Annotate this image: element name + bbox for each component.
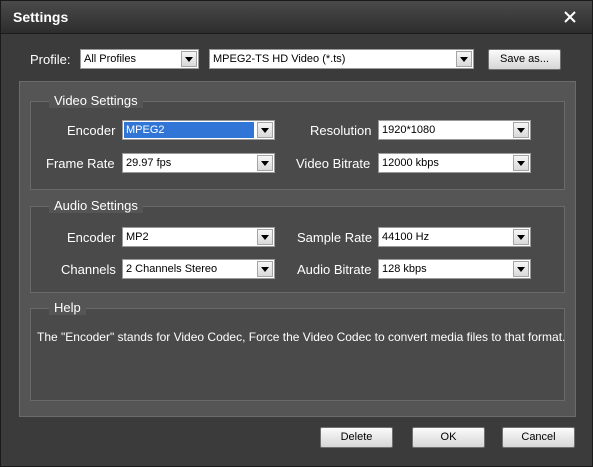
profile-category-value: All Profiles <box>84 53 136 65</box>
video-encoder-label: Encoder <box>67 123 116 138</box>
resolution-value: 1920*1080 <box>382 124 436 136</box>
sample-rate-label: Sample Rate <box>297 230 373 245</box>
sample-rate-value: 44100 Hz <box>382 231 430 243</box>
help-group: Help The "Encoder" stands for Video Code… <box>30 300 566 401</box>
profile-label: Profile: <box>30 52 71 67</box>
video-bitrate-label: Video Bitrate <box>296 156 371 171</box>
channels-select[interactable]: 2 Channels Stereo <box>122 259 275 279</box>
audio-bitrate-label: Audio Bitrate <box>297 262 372 277</box>
audio-encoder-select[interactable]: MP2 <box>122 227 275 247</box>
chevron-down-icon[interactable] <box>257 122 273 138</box>
close-icon[interactable] <box>560 7 580 27</box>
help-text: The "Encoder" stands for Video Codec, Fo… <box>37 330 566 344</box>
profile-format-select[interactable]: MPEG2-TS HD Video (*.ts) <box>209 49 474 69</box>
sample-rate-select[interactable]: 44100 Hz <box>378 227 531 247</box>
settings-dialog: Settings Profile: All Profiles MPEG2-TS … <box>0 0 593 467</box>
save-as-button[interactable]: Save as... <box>488 49 561 70</box>
profile-category-select[interactable]: All Profiles <box>80 49 199 69</box>
help-legend: Help <box>49 300 86 315</box>
video-bitrate-select[interactable]: 12000 kbps <box>378 153 531 173</box>
chevron-down-icon[interactable] <box>513 155 529 171</box>
audio-encoder-label: Encoder <box>67 230 116 245</box>
window-title: Settings <box>13 9 69 25</box>
audio-bitrate-select[interactable]: 128 kbps <box>378 259 531 279</box>
video-encoder-value: MPEG2 <box>124 122 254 138</box>
video-settings-group: Video Settings <box>30 93 565 190</box>
ok-button[interactable]: OK <box>412 427 485 448</box>
profile-format-value: MPEG2-TS HD Video (*.ts) <box>213 53 346 65</box>
audio-settings-legend: Audio Settings <box>49 198 143 213</box>
delete-button[interactable]: Delete <box>320 427 393 448</box>
chevron-down-icon[interactable] <box>456 51 472 67</box>
cancel-button[interactable]: Cancel <box>502 427 575 448</box>
video-bitrate-value: 12000 kbps <box>382 157 439 169</box>
title-bar[interactable]: Settings <box>1 1 592 34</box>
chevron-down-icon[interactable] <box>257 229 273 245</box>
frame-rate-value: 29.97 fps <box>126 157 172 169</box>
resolution-label: Resolution <box>310 123 372 138</box>
frame-rate-label: Frame Rate <box>46 156 115 171</box>
chevron-down-icon[interactable] <box>257 155 273 171</box>
chevron-down-icon[interactable] <box>181 51 197 67</box>
frame-rate-select[interactable]: 29.97 fps <box>122 153 275 173</box>
video-settings-legend: Video Settings <box>49 93 143 108</box>
audio-encoder-value: MP2 <box>126 231 149 243</box>
channels-label: Channels <box>61 262 116 277</box>
video-encoder-select[interactable]: MPEG2 <box>122 120 275 140</box>
chevron-down-icon[interactable] <box>513 261 529 277</box>
chevron-down-icon[interactable] <box>257 261 273 277</box>
chevron-down-icon[interactable] <box>513 122 529 138</box>
audio-bitrate-value: 128 kbps <box>382 263 427 275</box>
audio-settings-group: Audio Settings <box>30 198 565 293</box>
resolution-select[interactable]: 1920*1080 <box>378 120 531 140</box>
chevron-down-icon[interactable] <box>513 229 529 245</box>
channels-value: 2 Channels Stereo <box>126 263 218 275</box>
